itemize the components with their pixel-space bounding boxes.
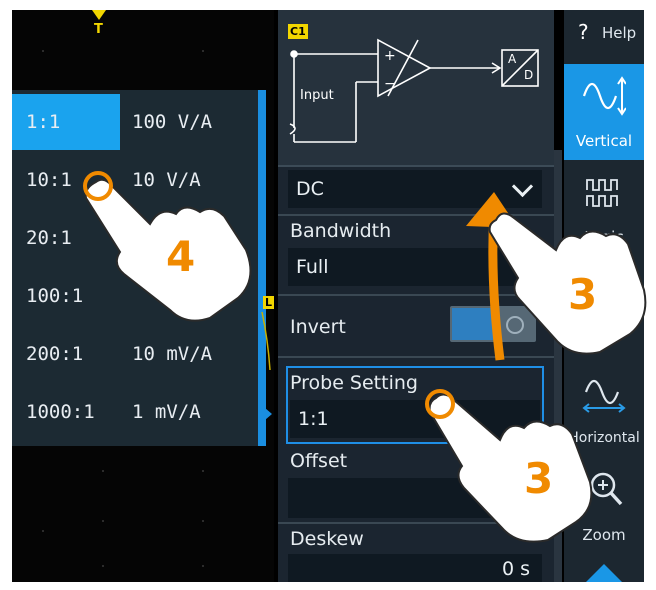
tutorial-overlay bbox=[83, 171, 647, 543]
hand-pointer-icon bbox=[428, 393, 593, 543]
step-number-3: 3 bbox=[568, 270, 598, 319]
step-number-3: 3 bbox=[524, 454, 554, 503]
step-number-4: 4 bbox=[166, 232, 196, 281]
